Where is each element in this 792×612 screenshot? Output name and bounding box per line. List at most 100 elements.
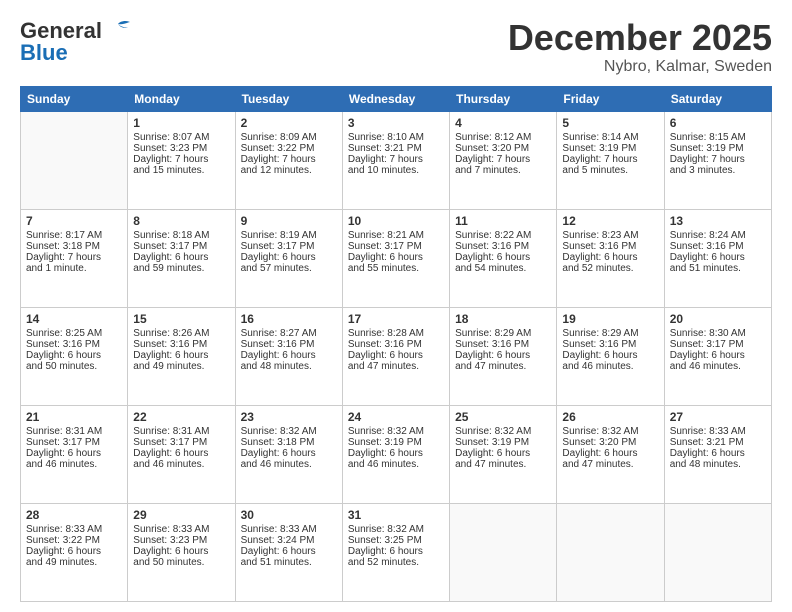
day-info-line: and 46 minutes. [348,459,444,470]
day-number: 2 [241,116,337,130]
day-info-line: Daylight: 6 hours [348,448,444,459]
day-info-line: Daylight: 6 hours [455,252,551,263]
day-info-line: Sunset: 3:16 PM [562,241,658,252]
day-info-line: Daylight: 6 hours [241,350,337,361]
day-info-line: Sunset: 3:17 PM [133,241,229,252]
day-number: 18 [455,312,551,326]
day-info-line: and 52 minutes. [348,557,444,568]
day-info-line: Sunset: 3:16 PM [670,241,766,252]
day-info-line: Sunset: 3:17 PM [26,437,122,448]
day-info-line: Sunrise: 8:30 AM [670,328,766,339]
calendar-cell: 13Sunrise: 8:24 AMSunset: 3:16 PMDayligh… [664,209,771,307]
day-info-line: Sunset: 3:16 PM [562,339,658,350]
calendar-cell: 8Sunrise: 8:18 AMSunset: 3:17 PMDaylight… [128,209,235,307]
calendar-cell: 30Sunrise: 8:33 AMSunset: 3:24 PMDayligh… [235,503,342,601]
day-info-line: Sunset: 3:22 PM [26,535,122,546]
day-info-line: Sunrise: 8:23 AM [562,230,658,241]
day-info-line: and 55 minutes. [348,263,444,274]
day-info-line: Daylight: 6 hours [241,546,337,557]
day-info-line: Sunset: 3:21 PM [670,437,766,448]
day-info-line: Sunrise: 8:17 AM [26,230,122,241]
day-info-line: and 52 minutes. [562,263,658,274]
day-info-line: Sunset: 3:19 PM [348,437,444,448]
day-info-line: Daylight: 6 hours [26,448,122,459]
day-info-line: Sunrise: 8:33 AM [670,426,766,437]
day-number: 9 [241,214,337,228]
day-number: 12 [562,214,658,228]
day-info-line: Daylight: 6 hours [26,546,122,557]
day-info-line: Sunrise: 8:32 AM [241,426,337,437]
day-number: 4 [455,116,551,130]
day-info-line: and 47 minutes. [455,361,551,372]
calendar-cell: 22Sunrise: 8:31 AMSunset: 3:17 PMDayligh… [128,405,235,503]
day-info-line: Daylight: 6 hours [133,448,229,459]
day-info-line: and 49 minutes. [133,361,229,372]
day-number: 11 [455,214,551,228]
day-info-line: Sunrise: 8:32 AM [348,524,444,535]
day-number: 25 [455,410,551,424]
day-header-wednesday: Wednesday [342,86,449,111]
day-info-line: Sunset: 3:16 PM [348,339,444,350]
day-number: 22 [133,410,229,424]
day-number: 13 [670,214,766,228]
calendar-cell: 29Sunrise: 8:33 AMSunset: 3:23 PMDayligh… [128,503,235,601]
day-info-line: Daylight: 7 hours [241,154,337,165]
day-info-line: Daylight: 6 hours [348,350,444,361]
day-info-line: and 3 minutes. [670,165,766,176]
day-info-line: and 59 minutes. [133,263,229,274]
calendar-cell: 6Sunrise: 8:15 AMSunset: 3:19 PMDaylight… [664,111,771,209]
calendar-week-row: 28Sunrise: 8:33 AMSunset: 3:22 PMDayligh… [21,503,772,601]
day-info-line: and 46 minutes. [241,459,337,470]
day-number: 29 [133,508,229,522]
calendar-cell: 9 Sunrise: 8:19 AMSunset: 3:17 PMDaylight… [235,209,342,307]
calendar-cell: 27Sunrise: 8:33 AMSunset: 3:21 PMDayligh… [664,405,771,503]
header: General Blue December 2025 Nybro, Kalmar… [20,18,772,76]
calendar-cell: 18Sunrise: 8:29 AMSunset: 3:16 PMDayligh… [450,307,557,405]
calendar-cell: 7Sunrise: 8:17 AMSunset: 3:18 PMDaylight… [21,209,128,307]
day-header-tuesday: Tuesday [235,86,342,111]
day-info-line: Sunset: 3:19 PM [455,437,551,448]
day-number: 15 [133,312,229,326]
calendar-cell: 5Sunrise: 8:14 AMSunset: 3:19 PMDaylight… [557,111,664,209]
day-info-line: Sunset: 3:19 PM [670,143,766,154]
day-number: 7 [26,214,122,228]
day-info-line: Daylight: 7 hours [455,154,551,165]
title-block: December 2025 Nybro, Kalmar, Sweden [508,18,772,76]
day-info-line: Sunrise: 8:29 AM [455,328,551,339]
day-info-line: Daylight: 6 hours [348,252,444,263]
calendar-cell [21,111,128,209]
calendar-cell: 14Sunrise: 8:25 AMSunset: 3:16 PMDayligh… [21,307,128,405]
logo-blue: Blue [20,40,68,66]
calendar-cell [450,503,557,601]
day-info-line: Sunset: 3:16 PM [133,339,229,350]
day-info-line: Daylight: 6 hours [562,448,658,459]
day-info-line: Sunrise: 8:15 AM [670,132,766,143]
calendar-cell: 20Sunrise: 8:30 AMSunset: 3:17 PMDayligh… [664,307,771,405]
day-number: 26 [562,410,658,424]
day-info-line: Sunrise: 8:14 AM [562,132,658,143]
day-info-line: Sunrise: 8:31 AM [133,426,229,437]
day-info-line: and 46 minutes. [670,361,766,372]
day-info-line: Sunrise: 8:29 AM [562,328,658,339]
day-info-line: Daylight: 6 hours [133,546,229,557]
day-info-line: Sunrise: 8:25 AM [26,328,122,339]
day-info-line: Daylight: 6 hours [26,350,122,361]
calendar-cell: 16Sunrise: 8:27 AMSunset: 3:16 PMDayligh… [235,307,342,405]
day-info-line: and 48 minutes. [670,459,766,470]
day-info-line: Daylight: 6 hours [241,252,337,263]
day-info-line: and 51 minutes. [670,263,766,274]
day-number: 14 [26,312,122,326]
day-info-line: and 15 minutes. [133,165,229,176]
calendar-cell: 4Sunrise: 8:12 AMSunset: 3:20 PMDaylight… [450,111,557,209]
day-number: 5 [562,116,658,130]
day-info-line: and 46 minutes. [562,361,658,372]
location: Nybro, Kalmar, Sweden [508,58,772,76]
day-header-thursday: Thursday [450,86,557,111]
day-info-line: Sunrise: 8:19 AM [241,230,337,241]
day-info-line: Daylight: 6 hours [133,350,229,361]
day-header-sunday: Sunday [21,86,128,111]
day-info-line: Sunset: 3:17 PM [241,241,337,252]
day-number: 17 [348,312,444,326]
calendar-cell: 3Sunrise: 8:10 AMSunset: 3:21 PMDaylight… [342,111,449,209]
day-info-line: Sunrise: 8:10 AM [348,132,444,143]
